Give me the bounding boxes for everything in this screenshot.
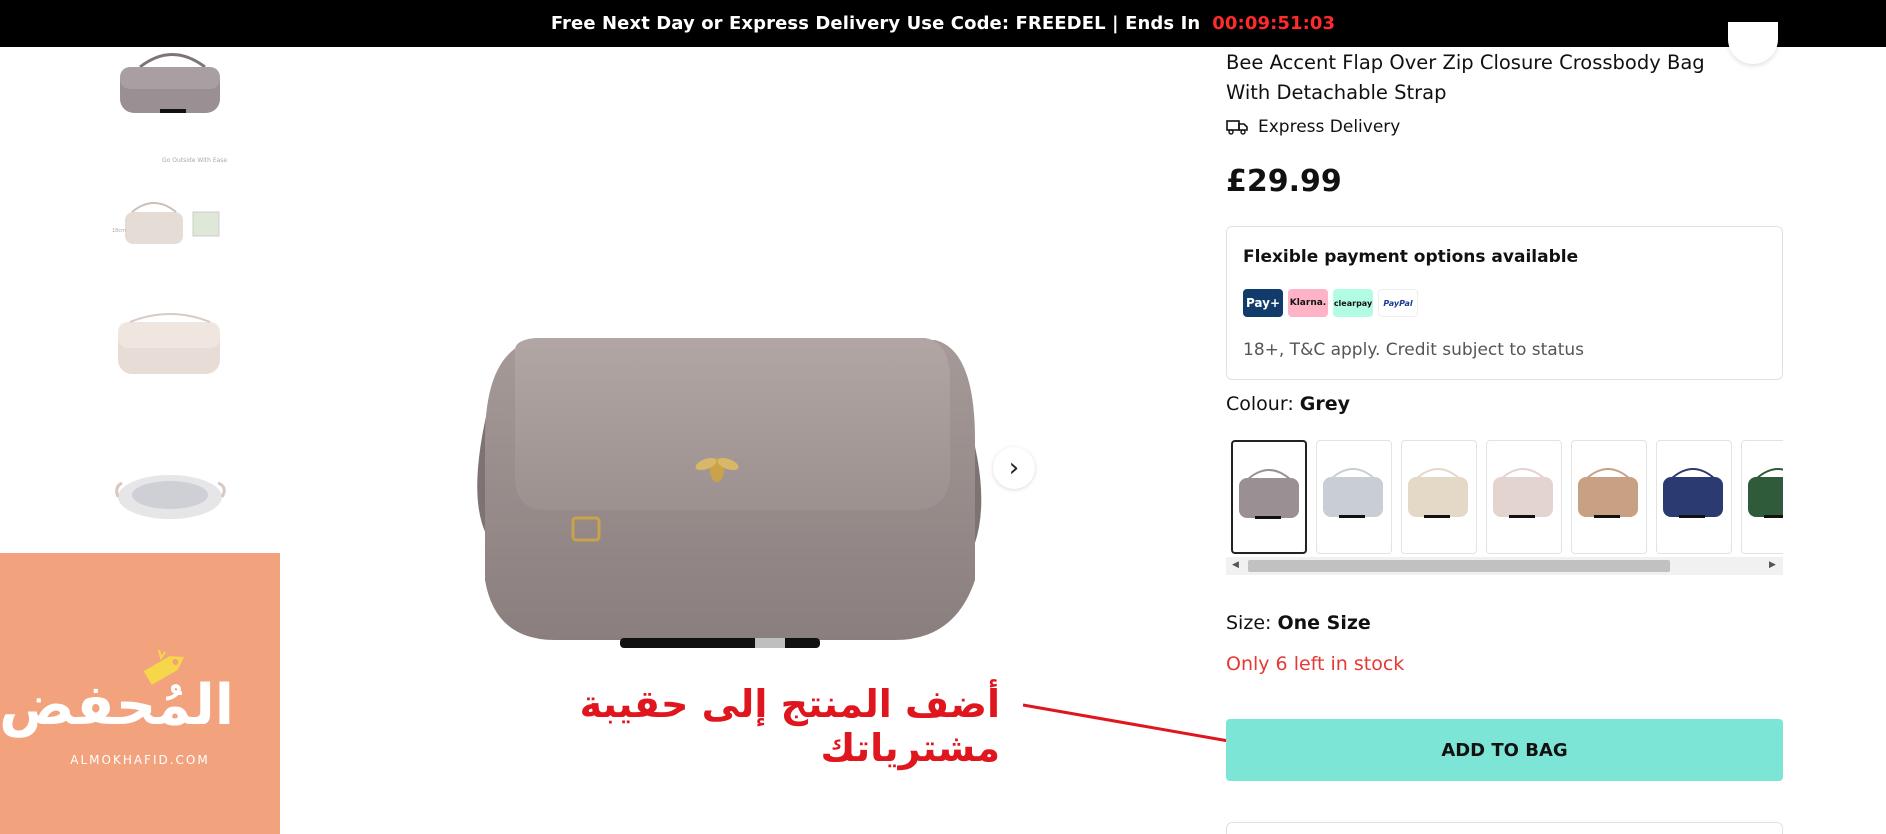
colour-value: Grey [1299,393,1351,415]
promo-text: Free Next Day or Express Delivery Use Co… [550,13,1201,34]
swatch-bag-image [1493,468,1553,518]
logo-arabic-text: المُحفض [0,673,234,738]
colour-swatch-list [1226,438,1783,556]
chevron-right-icon: › [1008,453,1020,483]
site-logo-block: المُحفض ALMOKHAFID.COM [0,553,280,834]
payment-logos: Pay+ Klarna. clearpay PayPal [1243,289,1418,317]
paypal-logo: PayPal [1378,289,1418,317]
scroll-right-icon[interactable]: ▶ [1769,560,1776,570]
logo-latin-text: ALMOKHAFID.COM [70,753,210,767]
colour-swatch-5[interactable] [1571,440,1647,554]
promo-banner: Free Next Day or Express Delivery Use Co… [0,0,1886,47]
main-product-image [455,320,1015,680]
next-section-box [1226,822,1783,834]
swatch-bag-image [1578,468,1638,518]
scrollbar-thumb[interactable] [1248,560,1670,572]
payplus-logo: Pay+ [1243,289,1283,317]
swatch-bag-image [1748,468,1783,518]
colour-swatch-1[interactable] [1231,440,1307,554]
payment-options-box: Flexible payment options available Pay+ … [1226,226,1783,380]
colour-label: Colour: Grey [1226,393,1350,415]
colour-swatch-4[interactable] [1486,440,1562,554]
thumbnail-4[interactable] [110,457,235,537]
swatch-bag-image [1239,469,1299,519]
add-to-bag-button[interactable]: ADD TO BAG [1226,719,1783,781]
delivery-info: Express Delivery [1226,117,1400,137]
product-title: Bee Accent Flap Over Zip Closure Crossbo… [1226,51,1705,104]
next-image-button[interactable]: › [993,447,1035,489]
wishlist-button[interactable] [1728,22,1778,64]
colour-swatch-6[interactable] [1656,440,1732,554]
thumbnail-1[interactable] [110,47,235,122]
colour-label-text: Colour: [1226,393,1294,415]
swatch-bag-image [1408,468,1468,518]
delivery-label: Express Delivery [1258,117,1401,137]
truck-icon [1226,120,1248,135]
clearpay-logo: clearpay [1333,289,1373,317]
colour-swatch-2[interactable] [1316,440,1392,554]
swatch-bag-image [1323,468,1383,518]
swatch-bag-image [1663,468,1723,518]
klarna-logo: Klarna. [1288,289,1328,317]
thumbnail-2[interactable]: Go Outside With Ease 18cm [110,142,235,252]
countdown-timer: 00:09:51:03 [1212,13,1336,34]
thumbnail-3[interactable] [110,302,235,382]
size-value: One Size [1277,612,1371,634]
arabic-annotation: أضف المنتج إلى حقيبة مشترياتك [579,682,1000,770]
svg-text:Go Outside With Ease: Go Outside With Ease [162,157,227,164]
product-price: £29.99 [1226,164,1342,199]
swatch-scrollbar[interactable]: ◀ ▶ [1226,557,1783,575]
size-label: Size: One Size [1226,612,1371,634]
colour-swatch-3[interactable] [1401,440,1477,554]
size-label-text: Size: [1226,612,1272,634]
payment-note: 18+, T&C apply. Credit subject to status [1243,340,1585,360]
stock-status: Only 6 left in stock [1226,653,1405,675]
colour-swatch-7[interactable] [1741,440,1783,554]
scroll-left-icon[interactable]: ◀ [1232,560,1239,570]
payment-title: Flexible payment options available [1243,247,1579,267]
svg-text:18cm: 18cm [112,228,126,234]
